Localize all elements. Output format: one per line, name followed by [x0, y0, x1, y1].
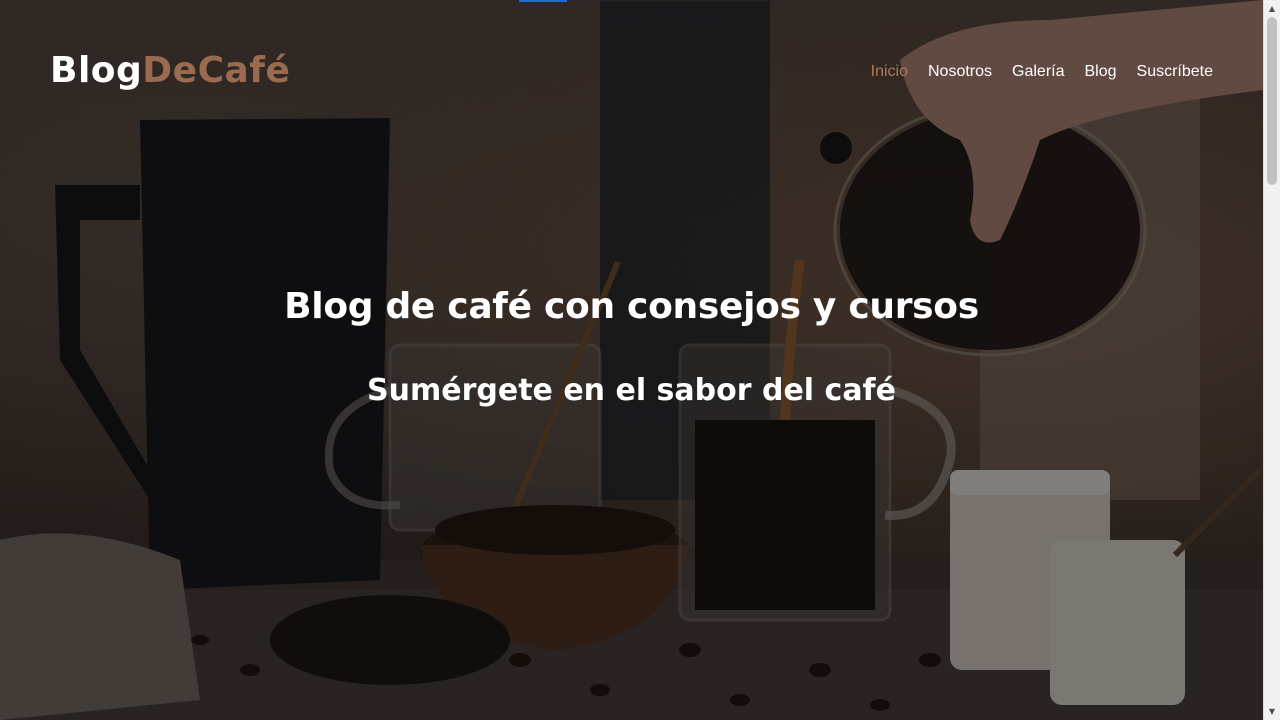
nav-link-suscribete[interactable]: Suscríbete: [1137, 63, 1213, 81]
hero-title: Blog de café con consejos y cursos: [284, 286, 979, 327]
logo-text-decafe: DeCafé: [142, 50, 291, 91]
nav-link-nosotros[interactable]: Nosotros: [928, 63, 992, 81]
hero-subtitle: Sumérgete en el sabor del café: [367, 373, 896, 408]
page-loading-bar: [519, 0, 567, 2]
site-logo[interactable]: BlogDeCafé: [50, 53, 290, 89]
scroll-up-icon[interactable]: ▲: [1264, 0, 1280, 17]
hero-dark-overlay: [0, 0, 1263, 720]
scrollbar-thumb[interactable]: [1267, 17, 1277, 185]
vertical-scrollbar[interactable]: ▲ ▼: [1263, 0, 1280, 720]
logo-text-blog: Blog: [50, 50, 143, 91]
page-loading-track: [567, 0, 767, 2]
nav-link-galeria[interactable]: Galería: [1012, 63, 1064, 81]
scroll-down-icon[interactable]: ▼: [1264, 703, 1280, 720]
nav-link-blog[interactable]: Blog: [1084, 63, 1116, 81]
nav-link-inicio[interactable]: Inicio: [871, 63, 908, 81]
main-navigation: Inicio Nosotros Galería Blog Suscríbete: [871, 63, 1213, 81]
page: BlogDeCafé Inicio Nosotros Galería Blog …: [0, 0, 1280, 720]
